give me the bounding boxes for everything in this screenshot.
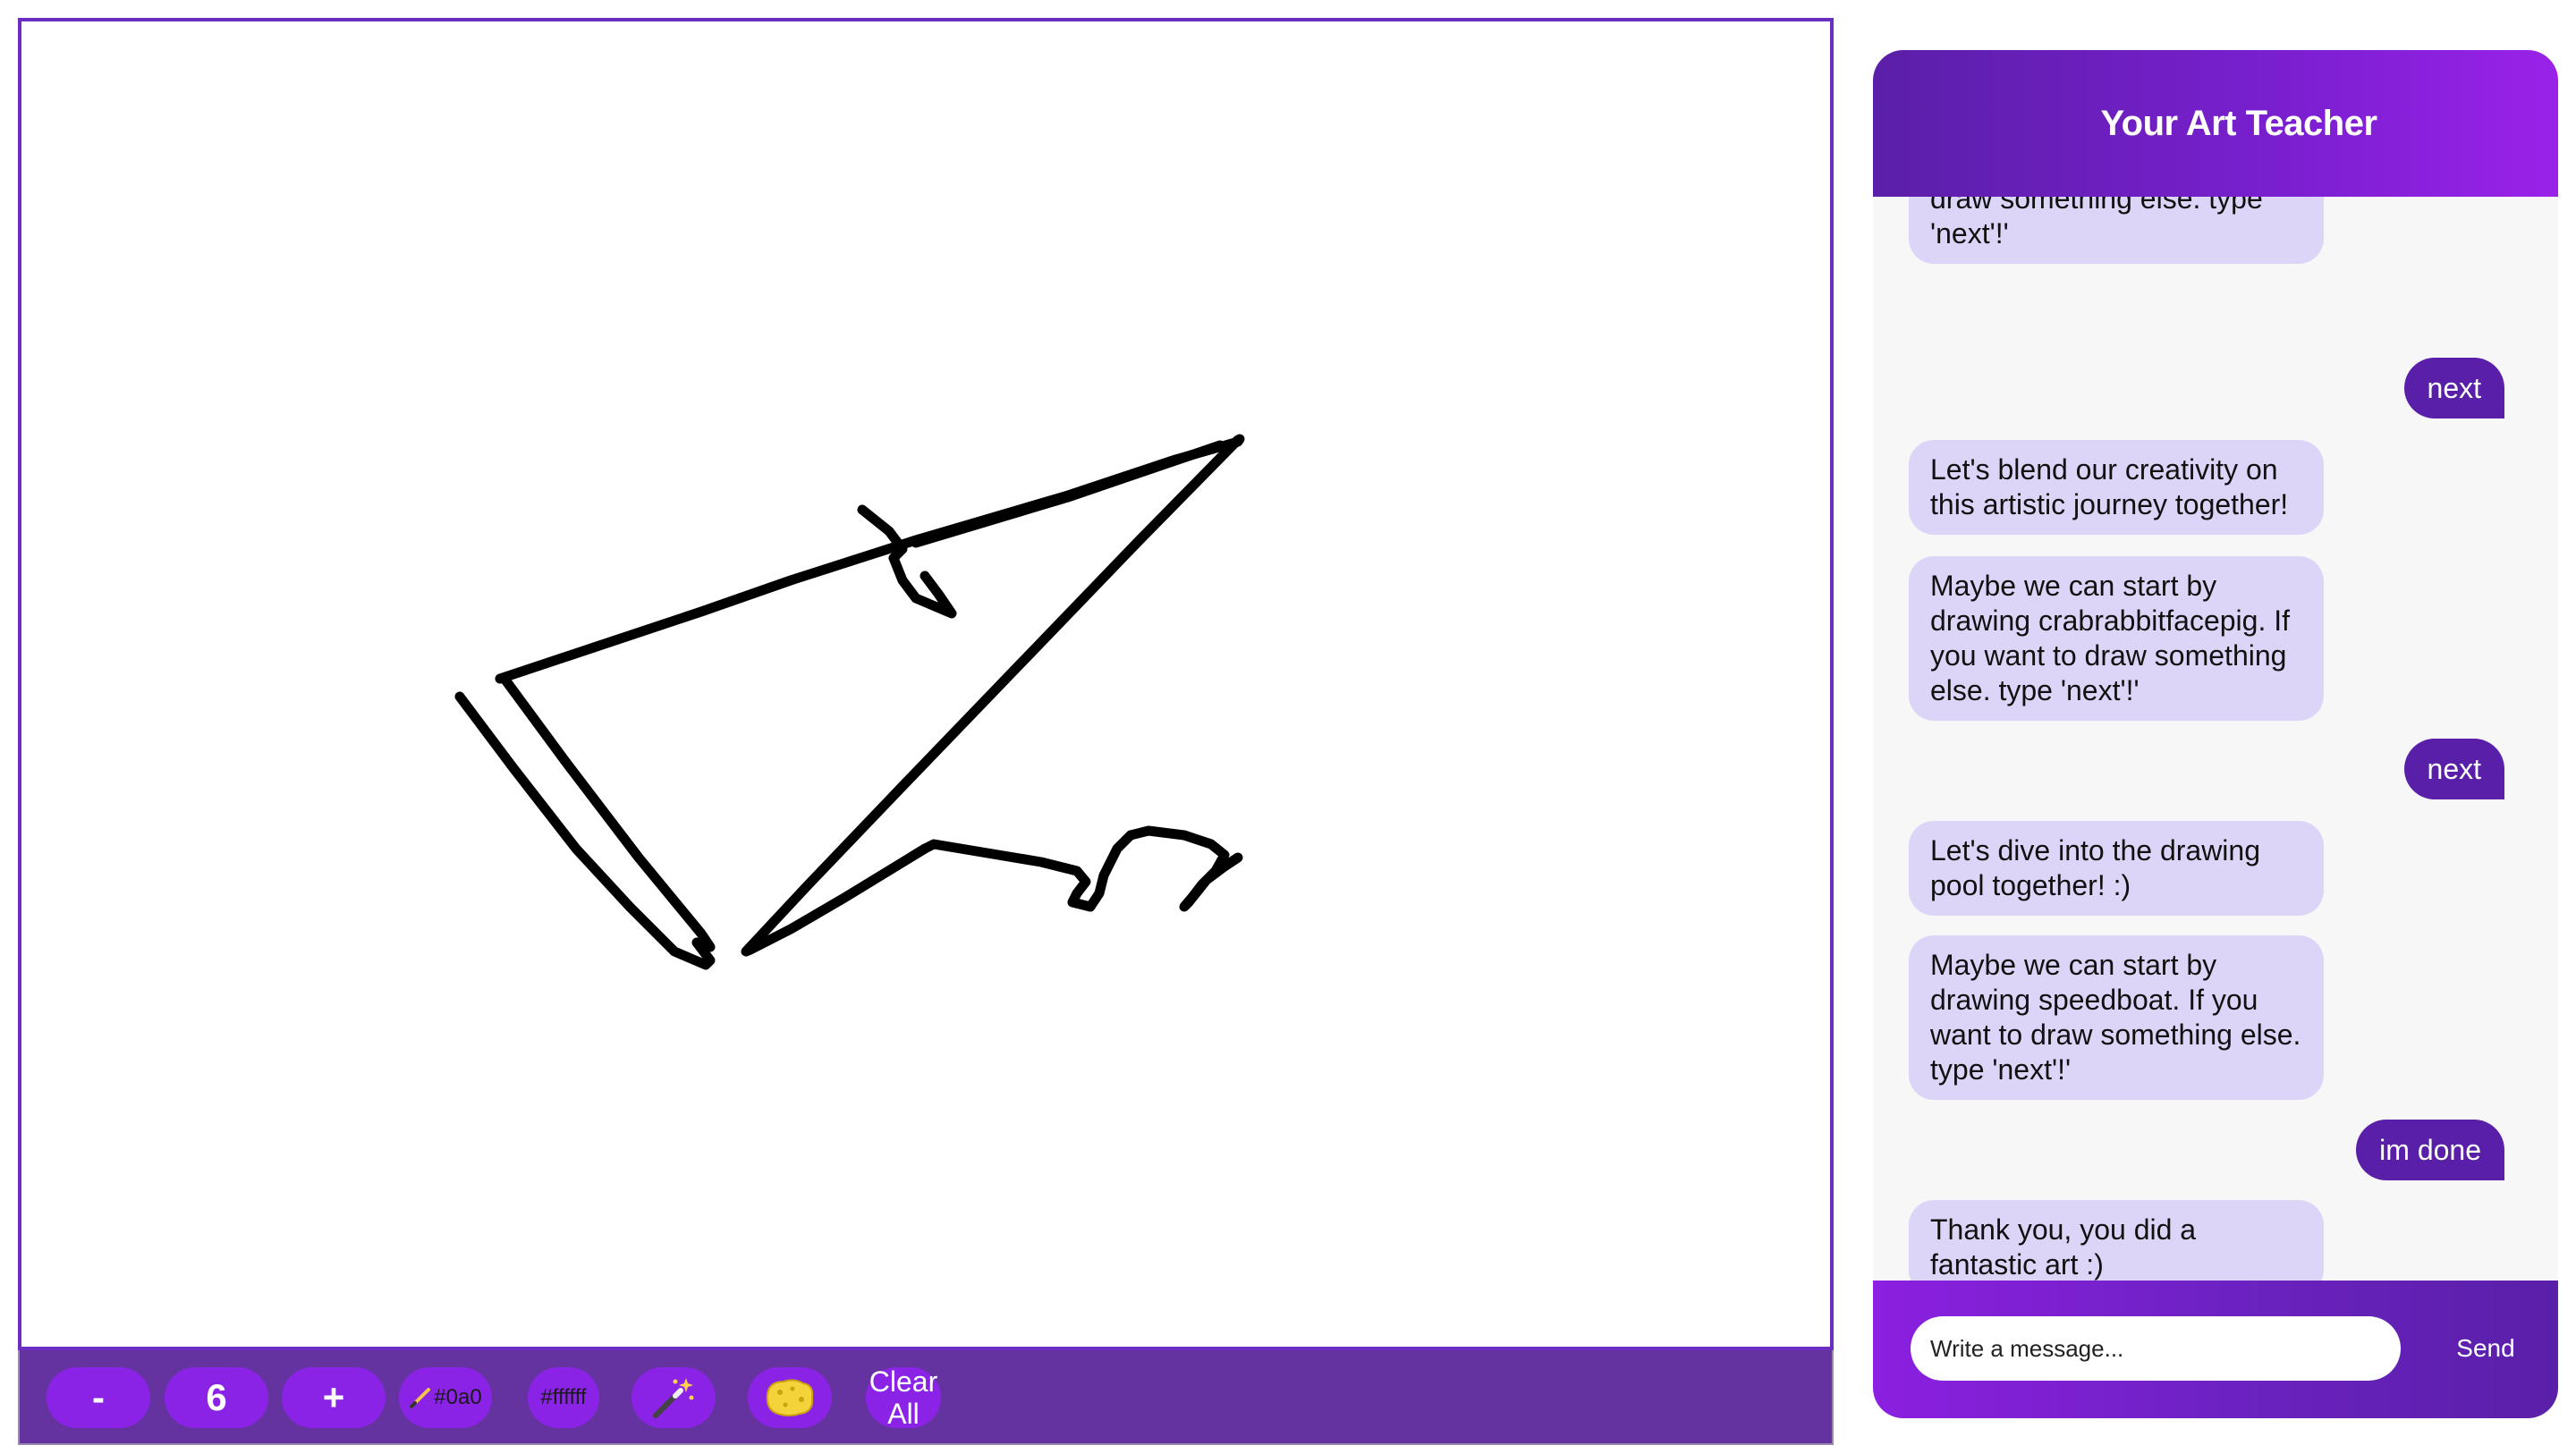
clear-label-line2: All [887,1398,919,1430]
message-bot: drawing peas. If you want to draw someth… [1909,197,2324,264]
stroke-left-edge [499,673,716,952]
increase-brush-button[interactable]: + [282,1367,386,1428]
stroke-top-edge-double [911,440,1225,548]
stroke-tick [857,504,957,619]
message-text: drawing peas. If you want to draw someth… [1930,197,2263,249]
message-bot: Let's dive into the drawing pool togethe… [1909,821,2324,916]
sponge-eraser-icon [766,1379,814,1416]
drawing-canvas[interactable] [18,18,1834,1350]
message-text: Maybe we can start by drawing speedboat.… [1930,949,2301,1086]
eraser-button[interactable] [748,1367,832,1428]
message-text: Maybe we can start by drawing crabrabbit… [1930,570,2290,706]
pen-color-button[interactable]: #0a0 [399,1367,492,1428]
clear-label-line1: Clear [869,1365,938,1398]
stroke-left-outer [454,691,716,970]
pen-color-label: #0a0 [434,1385,482,1409]
brush-size-display: 6 [165,1367,268,1428]
message-user: next [2403,739,2504,799]
sketch-strokes [454,434,1245,970]
message-text: next [2427,752,2481,785]
message-text: im done [2379,1133,2481,1166]
message-text: Let's dive into the drawing pool togethe… [1930,834,2260,901]
chat-footer: Send [1873,1281,2558,1418]
bg-color-label: #ffffff [540,1385,587,1409]
increase-label: + [322,1376,345,1418]
magic-wand-button[interactable] [631,1367,716,1428]
magic-wand-icon [653,1378,694,1418]
message-bot: Maybe we can start by drawing speedboat.… [1909,935,2324,1100]
decrease-label: - [92,1376,105,1418]
clear-all-button[interactable]: Clear All [866,1365,941,1430]
brush-size-value: 6 [206,1376,227,1418]
pen-icon [410,1388,431,1408]
background-color-button[interactable]: #ffffff [528,1367,599,1428]
send-button[interactable]: Send [2436,1316,2535,1381]
message-bot: Let's blend our creativity on this artis… [1909,440,2324,535]
stroke-wave [919,825,1243,912]
message-user: next [2403,358,2504,418]
message-text: Let's blend our creativity on this artis… [1930,453,2289,520]
message-user: im done [2356,1120,2504,1180]
decrease-brush-button[interactable]: - [47,1367,150,1428]
message-list[interactable]: drawing peas. If you want to draw someth… [1873,197,2558,1331]
chat-header: Your Art Teacher [1873,50,2558,197]
message-input[interactable] [1911,1316,2401,1381]
message-text: next [2427,371,2481,404]
message-bot: Maybe we can start by drawing crabrabbit… [1909,556,2324,721]
chat-panel: Your Art Teacher drawing peas. If you wa… [1873,50,2558,1418]
message-text: Thank you, you did a fantastic art :) [1930,1213,2197,1281]
drawing-toolbar: - 6 + #0a0 #ffffff Clear All [18,1350,1834,1445]
chat-title: Your Art Teacher [2100,103,2377,143]
